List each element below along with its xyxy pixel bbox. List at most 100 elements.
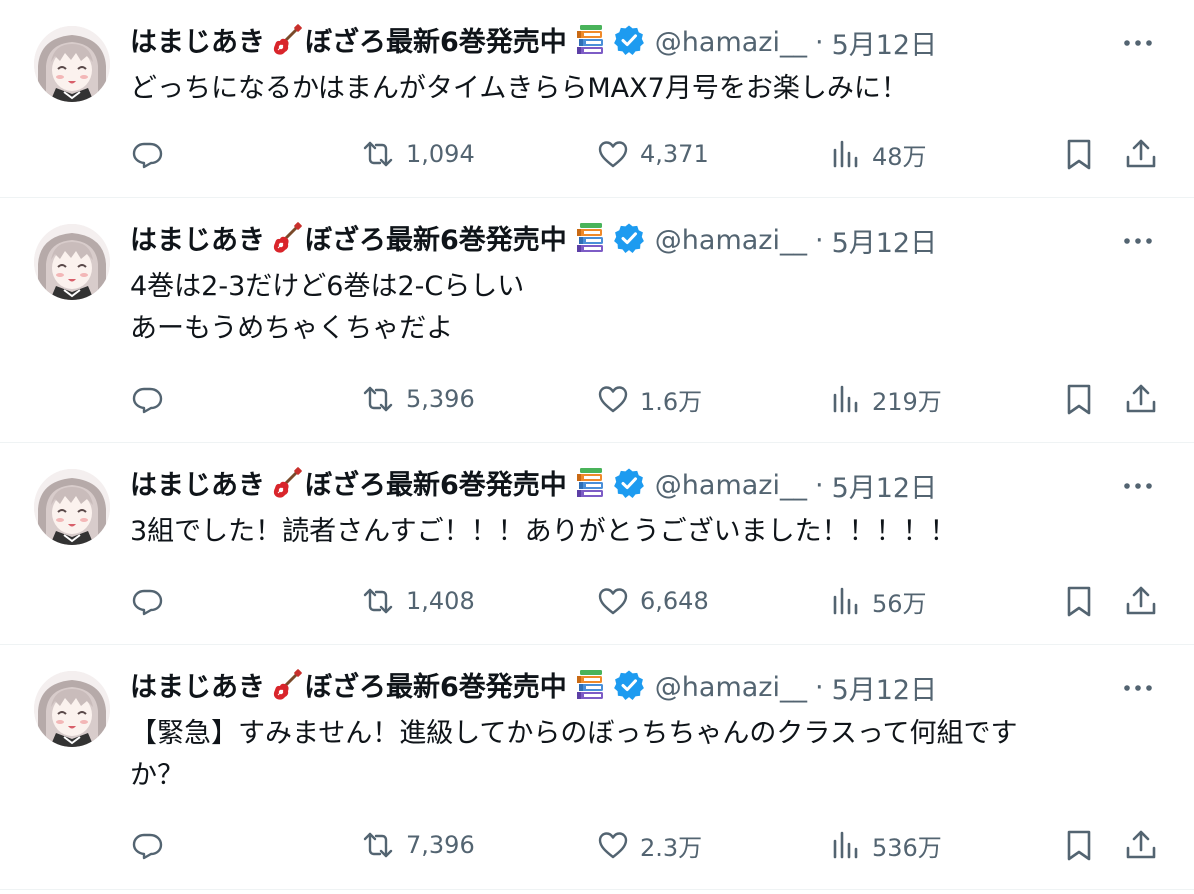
tweet-date[interactable]: 5月12日	[832, 23, 938, 62]
display-name-part2: ぼざろ最新6巻発売中	[305, 27, 567, 58]
retweet-icon	[360, 584, 396, 618]
books-icon	[573, 23, 607, 64]
retweet-icon	[360, 828, 396, 862]
display-name[interactable]: はまじあき ぼざろ最新6巻発売中	[130, 665, 609, 709]
tweet[interactable]: はまじあき ぼざろ最新6巻発売中 @hamazi__ · 5月12日 3組でした！…	[0, 443, 1194, 645]
retweet-button[interactable]: 5,396	[360, 379, 475, 419]
tweet-date[interactable]: 5月12日	[832, 466, 938, 505]
guitar-icon	[269, 667, 304, 709]
views-button[interactable]: 56万	[830, 581, 927, 621]
bookmark-button[interactable]	[1064, 825, 1094, 865]
handle[interactable]: @hamazi__	[655, 672, 807, 703]
display-name-part1: はまじあき	[130, 27, 265, 58]
tweet-text: 4巻は2-3だけど6巻は2-Cらしい あーもうめちゃくちゃだよ	[130, 271, 525, 344]
heart-icon	[596, 828, 630, 862]
separator-dot: ·	[814, 224, 824, 256]
like-count: 1.6万	[640, 387, 703, 416]
tweet-actions: 7,396 2.3万 536万	[0, 825, 1194, 865]
books-icon	[573, 668, 607, 709]
display-name-part1: はまじあき	[130, 225, 265, 256]
display-name-part1: はまじあき	[130, 470, 265, 501]
tweet[interactable]: はまじあき ぼざろ最新6巻発売中 @hamazi__ · 5月12日 どっちになる…	[0, 0, 1194, 198]
reply-button[interactable]	[130, 379, 164, 419]
verified-icon[interactable]	[612, 669, 646, 705]
bookmark-button[interactable]	[1064, 134, 1094, 174]
verified-icon[interactable]	[612, 222, 646, 258]
bookmark-button[interactable]	[1064, 581, 1094, 621]
avatar[interactable]	[34, 469, 110, 545]
reply-button[interactable]	[130, 825, 164, 865]
tweet[interactable]: はまじあき ぼざろ最新6巻発売中 @hamazi__ · 5月12日 【緊急】すみ…	[0, 645, 1194, 890]
like-button[interactable]: 6,648	[596, 581, 709, 621]
handle[interactable]: @hamazi__	[655, 27, 807, 58]
tweet-text: 【緊急】すみません！進級してからのぼっちちゃんのクラスって何組です か？	[130, 718, 1018, 791]
guitar-icon	[269, 465, 304, 507]
tweet-header: はまじあき ぼざろ最新6巻発売中 @hamazi__ · 5月12日	[130, 20, 937, 64]
tweet-actions: 1,408 6,648 56万	[0, 581, 1194, 621]
share-button[interactable]	[1124, 379, 1158, 419]
views-button[interactable]: 219万	[830, 379, 942, 419]
display-name[interactable]: はまじあき ぼざろ最新6巻発売中	[130, 218, 609, 262]
retweet-count: 5,396	[406, 385, 475, 413]
heart-icon	[596, 382, 630, 416]
tweet-actions: 5,396 1.6万 219万	[0, 379, 1194, 419]
share-button[interactable]	[1124, 825, 1158, 865]
more-options-button[interactable]	[1118, 28, 1158, 58]
tweet-text: どっちになるかはまんがタイムきららMAX7月号をお楽しみに！	[130, 73, 908, 104]
share-icon	[1124, 828, 1158, 862]
tweet[interactable]: はまじあき ぼざろ最新6巻発売中 @hamazi__ · 5月12日 4巻は2-3…	[0, 198, 1194, 443]
share-icon	[1124, 584, 1158, 618]
display-name[interactable]: はまじあき ぼざろ最新6巻発売中	[130, 20, 609, 64]
views-button[interactable]: 536万	[830, 825, 942, 865]
display-name-part2: ぼざろ最新6巻発売中	[305, 470, 567, 501]
avatar[interactable]	[34, 671, 110, 747]
heart-icon	[596, 584, 630, 618]
retweet-icon	[360, 382, 396, 416]
like-button[interactable]: 1.6万	[596, 379, 702, 419]
display-name-part1: はまじあき	[130, 672, 265, 703]
handle[interactable]: @hamazi__	[655, 225, 807, 256]
avatar[interactable]	[34, 26, 110, 102]
like-count: 4,371	[640, 140, 709, 168]
more-options-button[interactable]	[1118, 471, 1158, 501]
reply-button[interactable]	[130, 581, 164, 621]
separator-dot: ·	[814, 671, 824, 703]
share-button[interactable]	[1124, 134, 1158, 174]
retweet-count: 1,094	[406, 140, 475, 168]
share-icon	[1124, 137, 1158, 171]
analytics-icon	[830, 382, 862, 416]
avatar[interactable]	[34, 224, 110, 300]
reply-icon	[130, 828, 164, 862]
share-button[interactable]	[1124, 581, 1158, 621]
views-button[interactable]: 48万	[830, 134, 927, 174]
display-name[interactable]: はまじあき ぼざろ最新6巻発売中	[130, 463, 609, 507]
retweet-button[interactable]: 1,408	[360, 581, 475, 621]
analytics-icon	[830, 137, 862, 171]
retweet-button[interactable]: 7,396	[360, 825, 475, 865]
tweet-header: はまじあき ぼざろ最新6巻発売中 @hamazi__ · 5月12日	[130, 463, 937, 507]
bookmark-button[interactable]	[1064, 379, 1094, 419]
verified-icon[interactable]	[612, 24, 646, 60]
more-options-button[interactable]	[1118, 673, 1158, 703]
handle[interactable]: @hamazi__	[655, 470, 807, 501]
tweet-date[interactable]: 5月12日	[832, 221, 938, 260]
verified-icon[interactable]	[612, 467, 646, 503]
retweet-count: 7,396	[406, 831, 475, 859]
tweet-text: 3組でした！読者さんすご！！！ありがとうございました！！！！！	[130, 516, 957, 547]
reply-button[interactable]	[130, 134, 164, 174]
bookmark-icon	[1064, 382, 1094, 416]
retweet-button[interactable]: 1,094	[360, 134, 475, 174]
tweet-feed: はまじあき ぼざろ最新6巻発売中 @hamazi__ · 5月12日 どっちになる…	[0, 0, 1194, 894]
tweet-actions: 1,094 4,371 48万	[0, 134, 1194, 174]
reply-icon	[130, 137, 164, 171]
reply-icon	[130, 584, 164, 618]
tweet-date[interactable]: 5月12日	[832, 668, 938, 707]
view-count: 536万	[872, 833, 942, 862]
bookmark-icon	[1064, 584, 1094, 618]
more-options-button[interactable]	[1118, 226, 1158, 256]
like-button[interactable]: 4,371	[596, 134, 709, 174]
display-name-part2: ぼざろ最新6巻発売中	[305, 225, 567, 256]
reply-icon	[130, 382, 164, 416]
retweet-count: 1,408	[406, 587, 475, 615]
like-button[interactable]: 2.3万	[596, 825, 702, 865]
